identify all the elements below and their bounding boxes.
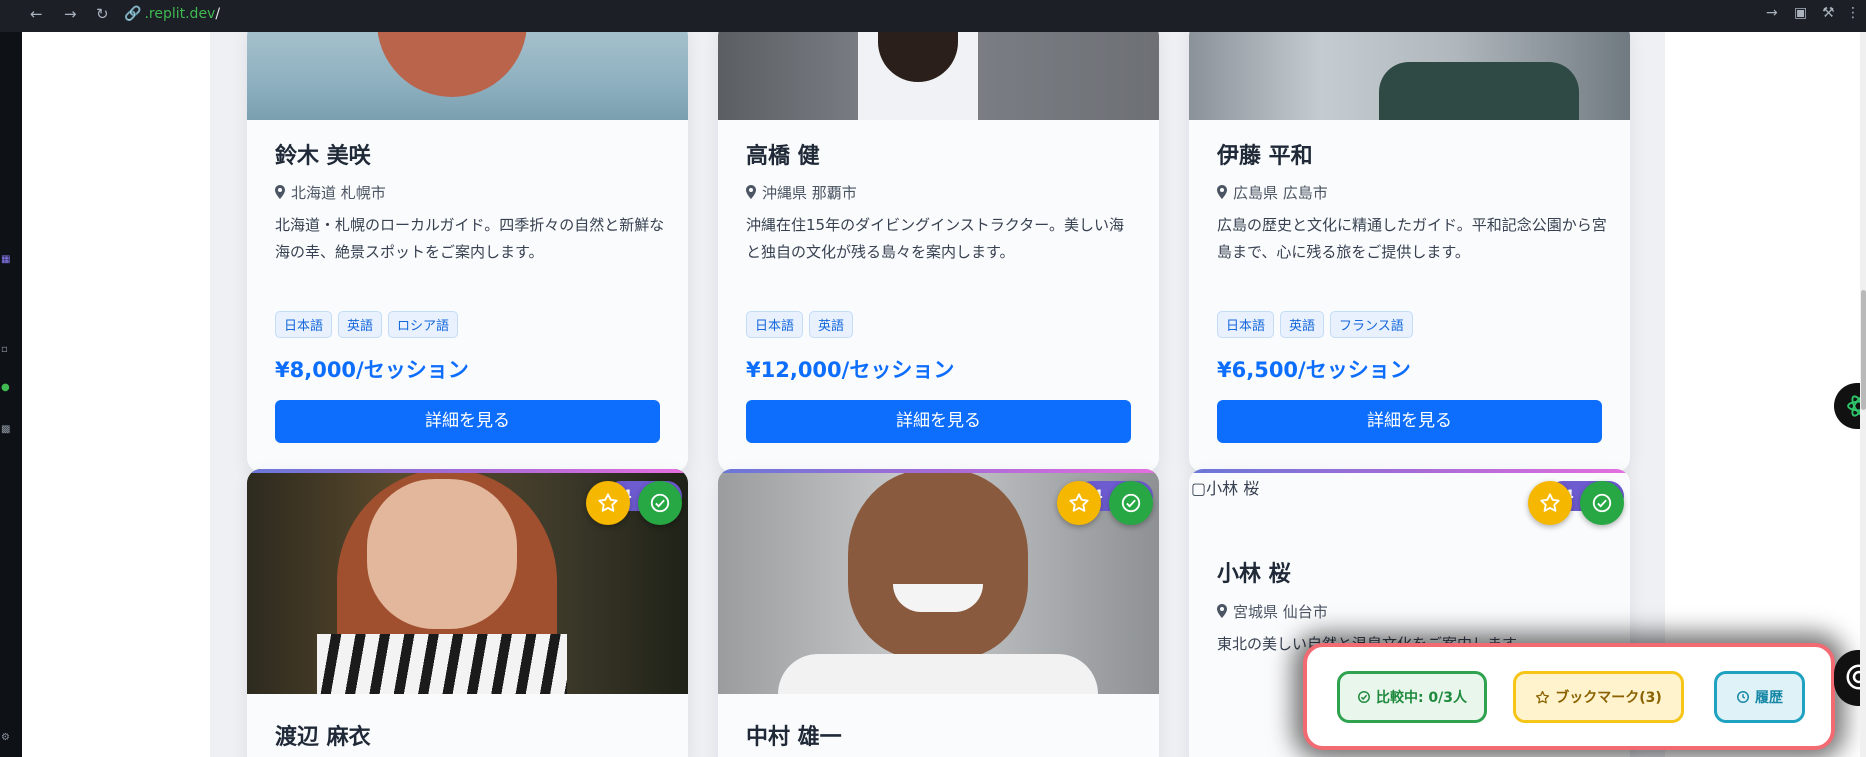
compare-check-button[interactable] bbox=[1109, 481, 1153, 525]
external-arrow-icon[interactable]: → bbox=[1766, 5, 1778, 21]
language-tag: ロシア語 bbox=[388, 311, 459, 338]
language-tags: 日本語 英語 bbox=[746, 311, 854, 338]
bookmark-star-button[interactable] bbox=[586, 481, 630, 525]
card-accent-bar bbox=[718, 469, 1159, 473]
broken-image-alt: ▢小林 桜 bbox=[1191, 479, 1260, 498]
star-icon bbox=[598, 493, 618, 512]
guide-price: ¥6,500/セッション bbox=[1217, 358, 1411, 382]
compare-label: 比較中: 0/3人 bbox=[1375, 690, 1468, 706]
guide-location-text: 沖縄県 那覇市 bbox=[762, 184, 857, 202]
rail-icon[interactable]: ▫ bbox=[1, 344, 8, 355]
map-pin-icon bbox=[746, 185, 756, 199]
guide-card: 高橋 健 沖縄県 那覇市 沖縄在住15年のダイビングインストラクター。美しい海と… bbox=[718, 32, 1159, 472]
guide-location: 宮城県 仙台市 bbox=[1217, 601, 1328, 622]
guide-location-text: 宮城県 仙台市 bbox=[1233, 603, 1328, 621]
reload-icon[interactable]: ↻ bbox=[96, 5, 109, 23]
card-accent-bar bbox=[247, 469, 688, 473]
bookmark-star-button[interactable] bbox=[1528, 481, 1572, 525]
check-circle-icon bbox=[1592, 493, 1612, 513]
compare-button[interactable]: 比較中: 0/3人 bbox=[1337, 671, 1487, 723]
history-button[interactable]: 履歴 bbox=[1714, 671, 1805, 723]
guide-description: 北海道・札幌のローカルガイド。四季折々の自然と新鮮な海の幸、絶景スポットをご案内… bbox=[275, 216, 665, 261]
menu-dots-icon[interactable]: ⋮ bbox=[1846, 5, 1860, 21]
guide-photo bbox=[247, 32, 688, 120]
url-path: / bbox=[215, 6, 221, 22]
guide-photo bbox=[1189, 32, 1630, 120]
language-tag: フランス語 bbox=[1330, 311, 1413, 338]
guide-photo bbox=[718, 32, 1159, 120]
bookmark-star-button[interactable] bbox=[1057, 481, 1101, 525]
grid-icon[interactable]: ▩ bbox=[1, 424, 10, 435]
star-icon bbox=[1536, 690, 1550, 703]
map-pin-icon bbox=[1217, 185, 1227, 199]
language-tag: 英語 bbox=[809, 311, 854, 338]
view-details-button[interactable]: 詳細を見る bbox=[275, 400, 660, 443]
settings-icon[interactable]: ⚙ bbox=[1, 732, 10, 743]
language-tag: 英語 bbox=[1280, 311, 1325, 338]
wrench-icon[interactable]: ⚒ bbox=[1822, 5, 1835, 21]
language-tags: 日本語 英語 フランス語 bbox=[1217, 311, 1413, 338]
monitor-icon[interactable]: ▣ bbox=[1794, 5, 1807, 21]
apps-icon[interactable]: ▦ bbox=[1, 254, 10, 265]
clock-icon bbox=[1737, 691, 1749, 703]
guide-name: 小林 桜 bbox=[1217, 562, 1291, 587]
bookmark-button[interactable]: ブックマーク(3) bbox=[1513, 671, 1684, 723]
check-circle-icon bbox=[1121, 493, 1141, 513]
guide-name: 中村 雄一 bbox=[746, 725, 842, 750]
guide-description: 沖縄在住15年のダイビングインストラクター。美しい海と独自の文化が残る島々を案内… bbox=[746, 216, 1125, 261]
url-host: .replit.dev bbox=[144, 6, 216, 22]
guide-name: 渡辺 麻衣 bbox=[275, 725, 371, 750]
bookmark-label: ブックマーク(3) bbox=[1555, 690, 1662, 706]
guide-price: ¥12,000/セッション bbox=[746, 358, 955, 382]
guide-description: 広島の歴史と文化に精通したガイド。平和記念公園から宮島まで、心に残る旅をご提供し… bbox=[1217, 216, 1607, 261]
address-bar[interactable]: 🔗 .replit.dev/ bbox=[124, 6, 220, 22]
guide-name: 鈴木 美咲 bbox=[275, 144, 371, 169]
guide-photo: 4 bbox=[247, 469, 688, 694]
guide-location-text: 北海道 札幌市 bbox=[291, 184, 386, 202]
language-tag: 日本語 bbox=[275, 311, 333, 338]
guide-name: 伊藤 平和 bbox=[1217, 144, 1313, 169]
history-label: 履歴 bbox=[1755, 690, 1783, 706]
guide-photo: 4 bbox=[718, 469, 1159, 694]
star-icon bbox=[1069, 493, 1089, 512]
guide-photo: ▢小林 桜 4 bbox=[1189, 469, 1630, 549]
floating-action-bar: 比較中: 0/3人 ブックマーク(3) 履歴 bbox=[1303, 643, 1835, 750]
guide-location: 広島県 広島市 bbox=[1217, 182, 1328, 203]
guide-name: 高橋 健 bbox=[746, 144, 820, 169]
guide-price: ¥8,000/セッション bbox=[275, 358, 469, 382]
guide-card: 鈴木 美咲 北海道 札幌市 北海道・札幌のローカルガイド。四季折々の自然と新鮮な… bbox=[247, 32, 688, 472]
back-arrow-icon[interactable]: ← bbox=[30, 5, 43, 23]
guide-card: 4 中村 雄一 bbox=[718, 469, 1159, 757]
guide-location: 北海道 札幌市 bbox=[275, 182, 386, 203]
card-accent-bar bbox=[1189, 469, 1630, 473]
browser-toolbar: ← → ↻ 🔗 .replit.dev/ → ▣ ⚒ ⋮ bbox=[0, 0, 1866, 32]
guide-location-text: 広島県 広島市 bbox=[1233, 184, 1328, 202]
status-dot-icon: ● bbox=[1, 382, 10, 393]
guide-card: 4 渡辺 麻衣 bbox=[247, 469, 688, 757]
language-tags: 日本語 英語 ロシア語 bbox=[275, 311, 459, 338]
compare-check-button[interactable] bbox=[638, 481, 682, 525]
scrollbar-thumb[interactable] bbox=[1861, 290, 1866, 410]
language-tag: 英語 bbox=[338, 311, 383, 338]
guide-location: 沖縄県 那覇市 bbox=[746, 182, 857, 203]
guide-card: 伊藤 平和 広島県 広島市 広島の歴史と文化に精通したガイド。平和記念公園から宮… bbox=[1189, 32, 1630, 472]
view-details-button[interactable]: 詳細を見る bbox=[1217, 400, 1602, 443]
view-details-button[interactable]: 詳細を見る bbox=[746, 400, 1131, 443]
language-tag: 日本語 bbox=[746, 311, 804, 338]
link-icon: 🔗 bbox=[124, 6, 142, 22]
star-icon bbox=[1540, 493, 1560, 512]
map-pin-icon bbox=[1217, 604, 1227, 618]
check-circle-icon bbox=[650, 493, 670, 513]
forward-arrow-icon[interactable]: → bbox=[64, 5, 77, 23]
compare-check-button[interactable] bbox=[1580, 481, 1624, 525]
check-circle-icon bbox=[1357, 691, 1370, 703]
language-tag: 日本語 bbox=[1217, 311, 1275, 338]
map-pin-icon bbox=[275, 185, 285, 199]
left-sidebar-rail: ▦ ▫ ● ▩ ⚙ bbox=[0, 32, 22, 757]
